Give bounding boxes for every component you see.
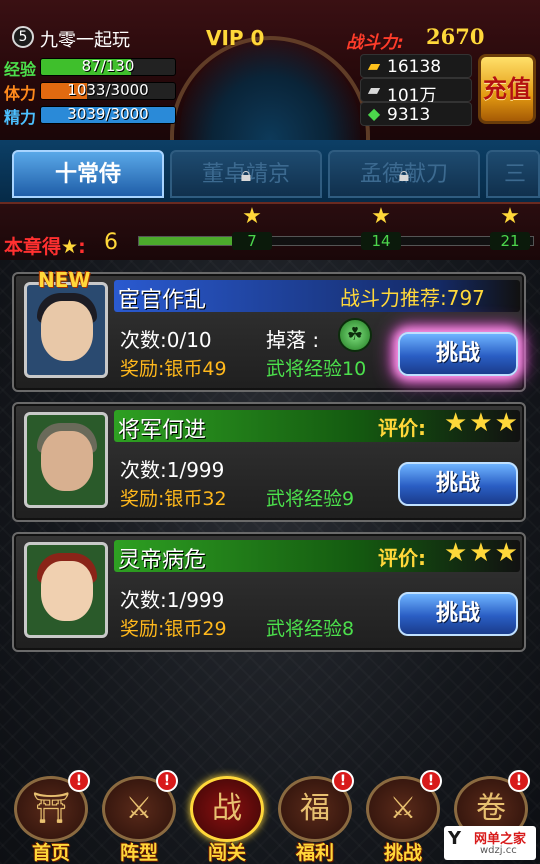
stage-exp-reward: 武将经验10: [266, 358, 367, 380]
resource-value: 9313: [387, 105, 431, 125]
rating-stars: ★★★: [444, 408, 520, 438]
stage-silver-reward: 奖励:银币49: [120, 358, 227, 380]
alert-badge: !: [508, 770, 530, 792]
stat-value: 3039/3000: [67, 105, 149, 123]
drop-label: 掉落 :: [266, 328, 320, 352]
stat-label: 精力: [4, 108, 37, 127]
resource-gold[interactable]: ▰ 16138: [360, 54, 472, 78]
recharge-button[interactable]: 充值: [478, 54, 536, 124]
star-icon: ★: [61, 236, 79, 258]
alert-badge: !: [332, 770, 354, 792]
challenge-button[interactable]: 挑战: [398, 592, 518, 636]
nav-home[interactable]: ⛩ ! 首页: [10, 768, 92, 864]
nav-welfare[interactable]: 福 ! 福利: [274, 768, 356, 864]
stage-card[interactable]: NEW 宦官作乱 战斗力推荐:797 次数:0/10 掉落 : ☘ 奖励:银币4…: [12, 268, 526, 392]
site-watermark: Y 网单之家 wdzj.cc: [444, 826, 536, 860]
drop-item-icon[interactable]: ☘: [338, 318, 372, 352]
stage-exp-reward: 武将经验9: [266, 488, 355, 510]
stage-title: 灵帝病危: [118, 548, 207, 573]
portrait-face: [41, 431, 93, 491]
milestone-value: 14: [361, 232, 401, 250]
chapter-label-text: 本章得: [4, 236, 62, 258]
chapter-stars-label: 本章得★:: [4, 236, 86, 258]
stat-value: 1033/3000: [67, 81, 149, 99]
rating-stars: ★★★: [444, 538, 520, 568]
portrait-face: [41, 301, 93, 361]
nav-label: 挑战: [383, 842, 422, 864]
stage-silver-reward: 奖励:银币29: [120, 618, 227, 640]
milestone-value: 7: [232, 232, 272, 250]
player-name[interactable]: 九零一起玩: [40, 26, 130, 52]
stage-title: 将军何进: [118, 418, 207, 443]
war-flag-icon: 战: [190, 776, 264, 842]
tab-chapter-4[interactable]: 三英: [486, 150, 540, 198]
general-portrait: [24, 282, 108, 378]
portrait-face: [41, 561, 93, 621]
silver-ingot-icon: ▰: [367, 80, 381, 99]
stage-card[interactable]: 灵帝病危 评价: ★★★ 次数:1/999 奖励:银币29 武将经验8 挑战: [12, 532, 526, 652]
stat-experience: 经验 87/130: [2, 56, 178, 79]
nav-formation[interactable]: ⚔ ! 阵型: [98, 768, 180, 864]
stage-exp-reward: 武将经验8: [266, 618, 355, 640]
nav-stages[interactable]: 战 闯关: [186, 768, 268, 864]
recommended-power: 战斗力推荐:797: [340, 286, 485, 310]
nav-label: 闯关: [207, 842, 246, 864]
rating-label: 评价:: [378, 546, 426, 570]
alert-badge: !: [68, 770, 90, 792]
stat-label: 经验: [4, 60, 37, 79]
general-portrait: [24, 542, 108, 638]
nav-label: 首页: [31, 842, 70, 864]
jade-icon: ◆: [367, 104, 381, 123]
stage-card[interactable]: 将军何进 评价: ★★★ 次数:1/999 奖励:银币32 武将经验9 挑战: [12, 402, 526, 522]
player-level-badge: 5: [12, 26, 34, 48]
hud-arch-ornament: [170, 36, 370, 140]
watermark-logo: Y: [448, 828, 462, 849]
nav-label: 阵型: [119, 842, 158, 864]
chapter-progress-track: [138, 236, 534, 246]
lock-icon: 🔒︎: [240, 162, 252, 186]
star-icon: ★: [500, 204, 520, 229]
tab-chapter-2[interactable]: 董卓靖京 🔒︎: [170, 150, 322, 198]
star-milestone-reward[interactable]: ★ 7: [232, 206, 272, 250]
tab-label: 十常侍: [54, 162, 121, 187]
milestone-value: 21: [490, 232, 530, 250]
stage-title: 宦官作乱: [118, 288, 207, 313]
stage-attempts: 次数:1/999: [120, 588, 225, 612]
star-icon: ★: [242, 204, 262, 229]
tab-chapter-3[interactable]: 孟德献刀 🔒︎: [328, 150, 480, 198]
general-portrait: [24, 412, 108, 508]
tab-chapter-1[interactable]: 十常侍: [12, 150, 164, 198]
stat-stamina: 体力 1033/3000: [2, 80, 178, 103]
new-badge: NEW: [38, 268, 91, 292]
stat-value: 87/130: [81, 57, 135, 75]
stage-silver-reward: 奖励:银币32: [120, 488, 227, 510]
alert-badge: !: [156, 770, 178, 792]
chapter-star-count: 6: [104, 230, 118, 255]
stage-attempts: 次数:0/10: [120, 328, 212, 352]
star-icon: ★: [371, 204, 391, 229]
stat-energy: 精力 3039/3000: [2, 104, 178, 127]
lock-icon: 🔒︎: [398, 162, 410, 186]
combat-power-label: 战斗力:: [346, 33, 404, 53]
star-milestone-reward[interactable]: ★ 21: [490, 206, 530, 250]
tab-label: 三英: [504, 162, 527, 187]
resource-value: 16138: [387, 57, 442, 77]
stage-attempts: 次数:1/999: [120, 458, 225, 482]
resource-silver[interactable]: ▰ 101万: [360, 78, 472, 106]
vip-level[interactable]: VIP 0: [206, 26, 264, 50]
watermark-sub: wdzj.cc: [480, 845, 517, 856]
alert-badge: !: [420, 770, 442, 792]
nav-challenge[interactable]: ⚔ ! 挑战: [362, 768, 444, 864]
nav-label: 福利: [295, 842, 334, 864]
stat-label: 体力: [4, 84, 37, 103]
star-milestone-reward[interactable]: ★ 14: [361, 206, 401, 250]
gold-ingot-icon: ▰: [367, 56, 381, 75]
resource-jade[interactable]: ◆ 9313: [360, 102, 472, 126]
challenge-button[interactable]: 挑战: [398, 462, 518, 506]
combat-power-value: 2670: [426, 24, 485, 49]
rating-label: 评价:: [378, 416, 426, 440]
challenge-button[interactable]: 挑战: [398, 332, 518, 376]
